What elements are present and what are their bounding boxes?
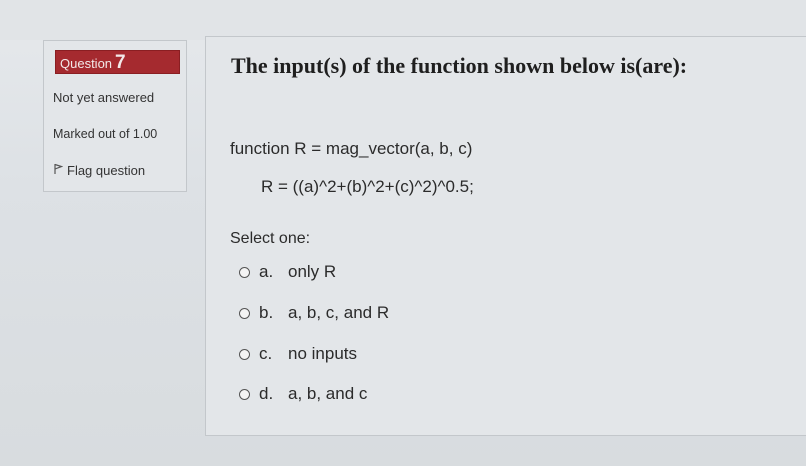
code-line-2: R = ((a)^2+(b)^2+(c)^2)^0.5; <box>261 177 474 196</box>
answer-letter: c. <box>259 344 273 363</box>
answer-option-a[interactable]: a. only R <box>239 261 336 283</box>
flag-question-label: Flag question <box>67 163 146 178</box>
answer-option-d[interactable]: d. a, b, and c <box>239 383 367 405</box>
answer-letter: a. <box>259 262 274 281</box>
radio-unchecked-icon[interactable] <box>239 266 250 278</box>
flag-question-link[interactable]: Flag question <box>53 163 145 178</box>
radio-unchecked-icon[interactable] <box>239 307 250 319</box>
question-text: The input(s) of the function shown below… <box>231 53 688 78</box>
radio-unchecked-icon[interactable] <box>239 388 250 400</box>
answer-text: only R <box>288 262 337 281</box>
question-label: Question <box>60 56 113 71</box>
page-header-band <box>0 0 806 40</box>
answer-option-c[interactable]: c. no inputs <box>239 343 357 365</box>
question-number-badge: Question 7 <box>55 50 180 74</box>
question-info-panel: Question 7 Not yet answered Marked out of… <box>43 40 187 192</box>
answer-letter: b. <box>259 303 274 322</box>
question-number: 7 <box>115 52 126 73</box>
flag-icon <box>53 163 65 178</box>
answer-option-b[interactable]: b. a, b, c, and R <box>239 302 389 324</box>
answer-text: a, b, c, and R <box>288 303 390 322</box>
question-grade: Marked out of 1.00 <box>53 127 158 141</box>
answer-text: no inputs <box>288 344 357 363</box>
question-content-panel: The input(s) of the function shown below… <box>205 36 806 436</box>
answer-letter: d. <box>259 384 274 403</box>
select-one-prompt: Select one: <box>230 230 311 247</box>
answer-text: a, b, and c <box>288 384 368 403</box>
question-state: Not yet answered <box>53 90 155 105</box>
code-line-1: function R = mag_vector(a, b, c) <box>230 139 473 158</box>
radio-unchecked-icon[interactable] <box>239 348 250 360</box>
